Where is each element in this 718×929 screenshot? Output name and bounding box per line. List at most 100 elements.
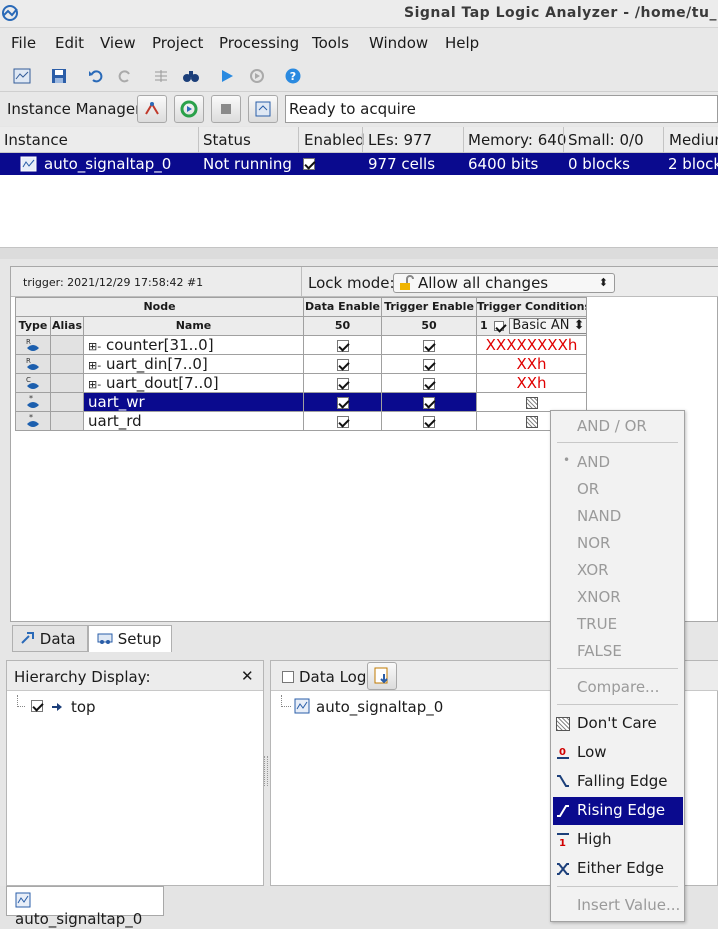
menu-project[interactable]: Project <box>152 34 203 52</box>
menu-low[interactable]: Low <box>577 743 607 761</box>
menu-view[interactable]: View <box>100 34 136 52</box>
hierarchy-title: Hierarchy Display: <box>14 668 151 686</box>
data-enable-checkbox[interactable] <box>336 415 349 428</box>
pane-splitter[interactable] <box>0 247 718 259</box>
lock-open-icon <box>400 275 414 290</box>
menu-insert-value[interactable]: Insert Value... <box>577 896 680 914</box>
type-header: Type <box>15 316 51 336</box>
instance-les: 977 cells <box>368 155 436 173</box>
col-enabled[interactable]: Enabled <box>304 131 365 149</box>
datalog-instance-label[interactable]: auto_signaltap_0 <box>316 698 443 716</box>
instance-icon <box>20 156 37 172</box>
col-les[interactable]: LEs: 977 <box>368 131 432 149</box>
save-icon[interactable] <box>49 66 69 86</box>
menu-xor[interactable]: XOR <box>577 561 609 579</box>
col-instance[interactable]: Instance <box>4 131 68 149</box>
trigger-enable-checkbox[interactable] <box>423 358 435 371</box>
trigger-enable-checkbox[interactable] <box>423 415 435 428</box>
trigger-enable-checkbox[interactable] <box>423 396 435 409</box>
trigger-condition-value[interactable]: XXh <box>476 354 587 374</box>
splitter-handle[interactable] <box>264 756 268 786</box>
menu-or[interactable]: OR <box>577 480 599 498</box>
menu-dont-care[interactable]: Don't Care <box>577 714 657 732</box>
col-memory[interactable]: Memory: 640 <box>468 131 566 149</box>
app-icon <box>2 5 18 21</box>
data-log-export-button[interactable] <box>367 662 397 690</box>
lock-mode-value: Allow all changes <box>418 274 549 292</box>
instance-status-field: Ready to acquire <box>285 95 718 123</box>
expand-icon[interactable]: ⊞- <box>88 378 101 391</box>
trigger-condition-dont-care[interactable] <box>476 392 587 412</box>
help-icon[interactable]: ? <box>283 66 303 86</box>
menu-processing[interactable]: Processing <box>219 34 299 52</box>
instance-memory: 6400 bits <box>468 155 539 173</box>
menu-edit[interactable]: Edit <box>55 34 84 52</box>
menu-either-edge[interactable]: Either Edge <box>577 859 664 877</box>
svg-text:C: C <box>26 376 31 384</box>
menu-false[interactable]: FALSE <box>577 642 622 660</box>
menu-help[interactable]: Help <box>445 34 479 52</box>
expand-icon[interactable]: ⊞- <box>88 340 101 353</box>
trigger-condition-selector[interactable]: 1 Basic AN ⬍ <box>476 316 587 336</box>
menu-tools[interactable]: Tools <box>312 34 349 52</box>
svg-text:*: * <box>29 413 33 422</box>
lock-mode-dropdown[interactable]: Allow all changes ⬍ <box>393 273 615 293</box>
run-analysis-icon[interactable] <box>217 66 237 86</box>
svg-text:R: R <box>26 357 31 365</box>
hierarchy-top-checkbox[interactable] <box>31 700 43 712</box>
data-enable-checkbox[interactable] <box>336 396 349 409</box>
menu-nand[interactable]: NAND <box>577 507 621 525</box>
node-finder-icon[interactable] <box>151 66 171 86</box>
trigger-enable-checkbox[interactable] <box>423 339 435 352</box>
bottom-tab-label: auto_signaltap_0 <box>15 910 143 928</box>
basic-and-dropdown[interactable]: Basic AN ⬍ <box>509 318 586 334</box>
menu-true[interactable]: TRUE <box>577 615 617 633</box>
bus-output-icon: C <box>26 376 39 389</box>
trigger-condition-checkbox[interactable] <box>493 321 504 331</box>
trigger-enable-checkbox[interactable] <box>423 377 435 390</box>
menu-nor[interactable]: NOR <box>577 534 610 552</box>
instance-row[interactable]: auto_signaltap_0 Not running 977 cells 6… <box>0 153 718 175</box>
bottom-tab-instance[interactable]: auto_signaltap_0 <box>6 886 164 928</box>
autorun-analysis-button[interactable] <box>174 95 204 123</box>
trigger-condition-value[interactable]: XXXXXXXXh <box>476 335 587 355</box>
data-log-checkbox[interactable] <box>282 671 294 683</box>
menu-and[interactable]: AND <box>577 453 610 471</box>
menu-window[interactable]: Window <box>369 34 428 52</box>
data-enable-checkbox[interactable] <box>336 377 349 390</box>
menu-xnor[interactable]: XNOR <box>577 588 621 606</box>
tab-data-label: Data <box>39 630 76 648</box>
find-icon[interactable] <box>181 66 201 86</box>
menu-high[interactable]: High <box>577 830 611 848</box>
signal-name: uart_wr <box>83 392 304 412</box>
menu-rising-edge[interactable]: Rising Edge <box>577 801 665 819</box>
trigger-condition-value[interactable]: XXh <box>476 373 587 393</box>
signal-name: uart_din[7..0] <box>105 355 208 373</box>
menu-file[interactable]: File <box>11 34 36 52</box>
menu-falling-edge[interactable]: Falling Edge <box>577 772 668 790</box>
analyzer-setup-icon[interactable] <box>12 66 32 86</box>
close-icon[interactable]: ✕ <box>241 667 254 685</box>
trigger-conditions-header: Trigger Conditions <box>476 297 587 317</box>
hierarchy-root-label[interactable]: top <box>71 698 96 716</box>
scan-chain-button[interactable] <box>137 95 167 123</box>
data-enable-checkbox[interactable] <box>336 358 349 371</box>
read-data-button[interactable] <box>248 95 278 123</box>
tab-data[interactable]: Data <box>12 625 88 652</box>
col-medium[interactable]: Mediun <box>669 131 718 149</box>
data-enable-header: Data Enable <box>303 297 382 317</box>
stop-analysis-button[interactable] <box>211 95 241 123</box>
redo-icon[interactable] <box>115 66 135 86</box>
node-input-icon: * <box>27 394 39 408</box>
node-header: Node <box>15 297 304 317</box>
undo-icon[interactable] <box>86 66 106 86</box>
basic-and-label: Basic AN <box>512 318 570 333</box>
col-small[interactable]: Small: 0/0 <box>568 131 644 149</box>
autorun-icon[interactable] <box>247 66 267 86</box>
data-enable-checkbox[interactable] <box>336 339 349 352</box>
col-status[interactable]: Status <box>203 131 251 149</box>
expand-icon[interactable]: ⊞- <box>88 359 101 372</box>
menu-compare[interactable]: Compare... <box>577 678 659 696</box>
tab-setup[interactable]: Setup <box>88 625 172 652</box>
instance-status: Not running <box>203 155 292 173</box>
